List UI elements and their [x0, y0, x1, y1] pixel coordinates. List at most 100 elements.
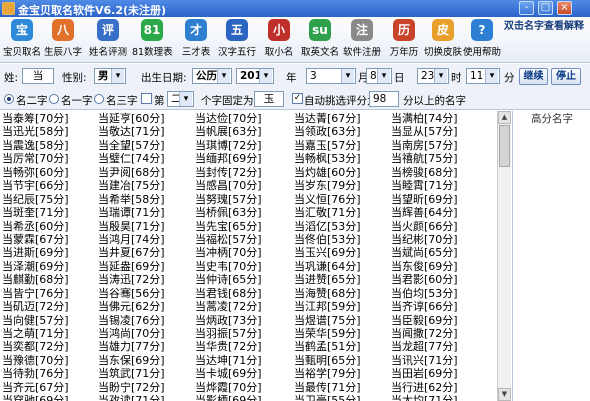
name-item[interactable]: 当华贵[72分]	[195, 340, 262, 353]
name-item[interactable]: 当火颜[66分]	[391, 220, 458, 233]
toolbar-button-1[interactable]: 八生辰八字	[43, 19, 83, 61]
name-item[interactable]: 当灼雄[60分]	[294, 166, 361, 179]
name-item[interactable]: 当奕都[72分]	[2, 340, 69, 353]
name-item[interactable]: 当豫德[70分]	[2, 354, 69, 367]
month-select[interactable]: 3	[306, 68, 356, 84]
name-item[interactable]: 当裕学[79分]	[294, 367, 361, 380]
radio-one-char[interactable]	[49, 94, 59, 104]
name-item[interactable]: 当希丞[60分]	[2, 220, 69, 233]
toolbar-button-8[interactable]: 注软件注册	[342, 19, 382, 61]
name-item[interactable]: 当史韦[70分]	[195, 260, 262, 273]
year-select[interactable]: 2012	[236, 68, 274, 84]
name-item[interactable]: 当迅光[58分]	[2, 125, 69, 138]
name-item[interactable]: 当泽潮[69分]	[2, 260, 69, 273]
surname-input[interactable]: 当	[22, 68, 54, 84]
continue-button[interactable]: 继续	[519, 68, 548, 85]
scroll-up-arrow-icon[interactable]: ▲	[498, 111, 511, 124]
name-item[interactable]: 当筑武[71分]	[98, 367, 165, 380]
name-item[interactable]: 当臣毅[69分]	[391, 314, 458, 327]
gender-select[interactable]: 男	[94, 68, 126, 84]
name-item[interactable]: 当鸿月[74分]	[98, 233, 165, 246]
scroll-thumb[interactable]	[499, 125, 510, 167]
name-item[interactable]: 当之萌[71分]	[2, 327, 69, 340]
score-input[interactable]: 98	[369, 91, 399, 107]
name-item[interactable]: 当汇敬[71分]	[294, 206, 361, 219]
name-item[interactable]: 当龙超[77分]	[391, 340, 458, 353]
name-item[interactable]: 当福松[57分]	[195, 233, 262, 246]
name-item[interactable]: 当先宝[65分]	[195, 220, 262, 233]
name-item[interactable]: 当君钱[68分]	[195, 287, 262, 300]
name-item[interactable]: 当嘉玉[57分]	[294, 139, 361, 152]
minute-select[interactable]: 11	[466, 68, 500, 84]
toolbar-button-9[interactable]: 历万年历	[384, 19, 424, 61]
name-item[interactable]: 当行进[62分]	[391, 381, 458, 394]
name-item[interactable]: 当义恒[76分]	[294, 193, 361, 206]
name-item[interactable]: 当卡城[69分]	[195, 367, 262, 380]
name-item[interactable]: 当畅弥[60分]	[2, 166, 69, 179]
name-item[interactable]: 当雄力[77分]	[98, 340, 165, 353]
calendar-type-select[interactable]: 公历	[192, 68, 232, 84]
name-item[interactable]: 当皆宁[76分]	[2, 287, 69, 300]
name-item[interactable]: 当桥佩[63分]	[195, 206, 262, 219]
toolbar-button-11[interactable]: ? 使用帮助	[462, 19, 502, 61]
name-item[interactable]: 当瑞谭[71分]	[98, 206, 165, 219]
name-item[interactable]: 当显从[57分]	[391, 125, 458, 138]
name-item[interactable]: 当殷昊[71分]	[98, 220, 165, 233]
name-item[interactable]: 当海赞[68分]	[294, 287, 361, 300]
name-item[interactable]: 当延盎[69分]	[98, 260, 165, 273]
name-item[interactable]: 当蒿凌[72分]	[195, 300, 262, 313]
name-item[interactable]: 当穿驰[69分]	[2, 394, 69, 401]
name-item[interactable]: 当最传[71分]	[294, 381, 361, 394]
name-item[interactable]: 当鹤孟[51分]	[294, 340, 361, 353]
fixed-char-input[interactable]: 玉	[254, 91, 284, 107]
name-item[interactable]: 当锡凌[76分]	[98, 314, 165, 327]
name-item[interactable]: 当望昕[69分]	[391, 193, 458, 206]
name-item[interactable]: 当待勃[76分]	[2, 367, 69, 380]
name-item[interactable]: 当琪博[72分]	[195, 139, 262, 152]
name-item[interactable]: 当向健[57分]	[2, 314, 69, 327]
toolbar-button-7[interactable]: su 取英文名	[300, 19, 340, 61]
radio-three-chars[interactable]	[94, 94, 104, 104]
name-item[interactable]: 当煜谱[75分]	[294, 314, 361, 327]
name-item[interactable]: 当畅枫[53分]	[294, 152, 361, 165]
toolbar-button-4[interactable]: 才三才表	[176, 19, 216, 61]
name-item[interactable]: 当纪辰[75分]	[2, 193, 69, 206]
name-item[interactable]: 当甄明[65分]	[294, 354, 361, 367]
name-item[interactable]: 当田岩[69分]	[391, 367, 458, 380]
name-item[interactable]: 当荣华[59分]	[294, 327, 361, 340]
name-item[interactable]: 当蒙霖[67分]	[2, 233, 69, 246]
names-scrollbar[interactable]: ▲ ▼	[497, 111, 511, 401]
toolbar-button-0[interactable]: 宝宝贝取名	[2, 19, 42, 61]
close-button[interactable]: ×	[557, 1, 572, 15]
day-select[interactable]: 8	[366, 68, 392, 84]
toolbar-button-6[interactable]: 小取小名	[259, 19, 299, 61]
name-item[interactable]: 当感昌[70分]	[195, 179, 262, 192]
name-item[interactable]: 当达菁[67分]	[294, 112, 361, 125]
toolbar-button-5[interactable]: 五汉字五行	[217, 19, 257, 61]
name-item[interactable]: 当努瑰[57分]	[195, 193, 262, 206]
name-item[interactable]: 当巩谦[64分]	[294, 260, 361, 273]
name-item[interactable]: 当震逸[58分]	[2, 139, 69, 152]
name-item[interactable]: 当岁东[79分]	[294, 179, 361, 192]
name-item[interactable]: 当齐元[67分]	[2, 381, 69, 394]
name-item[interactable]: 当缅邦[69分]	[195, 152, 262, 165]
name-item[interactable]: 当帆展[63分]	[195, 125, 262, 138]
name-item[interactable]: 当达俭[70分]	[195, 112, 262, 125]
name-item[interactable]: 当涛迅[72分]	[98, 273, 165, 286]
radio-two-chars[interactable]	[4, 94, 14, 104]
name-item[interactable]: 当东俊[69分]	[391, 260, 458, 273]
fixed-position-checkbox[interactable]	[141, 93, 152, 104]
name-item[interactable]: 当领政[63分]	[294, 125, 361, 138]
name-item[interactable]: 当榜骏[68分]	[391, 166, 458, 179]
scroll-down-arrow-icon[interactable]: ▼	[498, 388, 511, 401]
name-item[interactable]: 当纪彬[70分]	[391, 233, 458, 246]
name-item[interactable]: 当鸿尚[70分]	[98, 327, 165, 340]
name-item[interactable]: 当太均[71分]	[391, 394, 458, 401]
hour-select[interactable]: 23	[417, 68, 449, 84]
name-item[interactable]: 当齐谆[66分]	[391, 300, 458, 313]
name-item[interactable]: 当滔亿[53分]	[294, 220, 361, 233]
name-item[interactable]: 当玉兴[69分]	[294, 246, 361, 259]
name-item[interactable]: 当节宇[66分]	[2, 179, 69, 192]
name-item[interactable]: 当盼宁[72分]	[98, 381, 165, 394]
name-item[interactable]: 当睦霄[71分]	[391, 179, 458, 192]
